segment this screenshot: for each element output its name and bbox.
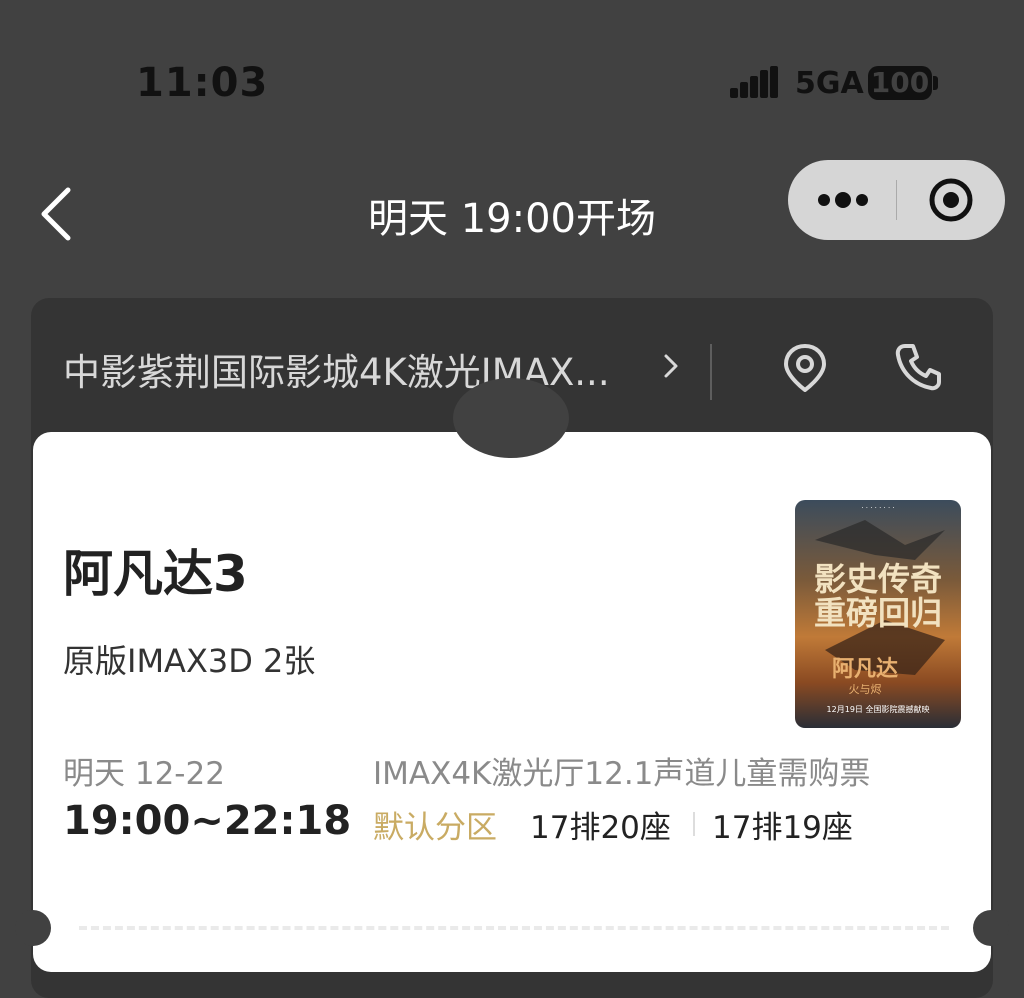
svg-text:· · · · · · · ·: · · · · · · · · [861, 504, 894, 512]
seat-1: 17排20座 [530, 810, 671, 846]
poster-subtitle: 火与烬 [849, 683, 882, 696]
poster-title: 阿凡达 [832, 656, 898, 682]
battery-nub [933, 76, 938, 90]
cinema-divider [710, 344, 712, 400]
network-label: 5GA [795, 66, 864, 101]
more-icon[interactable] [788, 160, 896, 240]
poster-headline-line2: 重磅回归 [814, 594, 942, 632]
miniprogram-capsule [788, 160, 1005, 240]
ticket-right-notch [973, 910, 1009, 946]
movie-title: 阿凡达3 [63, 545, 248, 603]
seat-2: 17排19座 [712, 810, 853, 846]
ticket-card: 阿凡达3 原版IMAX3D 2张 · · · · · · · · 影史传奇 重磅… [15, 378, 1009, 972]
hall-name: IMAX4K激光厅12.1声道儿童需购票 [373, 756, 871, 792]
poster-date-line: 12月19日 全国影院震撼献映 [827, 704, 930, 714]
ticket-left-notch [15, 910, 51, 946]
status-time: 11:03 [136, 60, 269, 106]
chevron-right-icon[interactable] [661, 350, 681, 382]
ticket-divider [79, 926, 949, 930]
phone-icon[interactable] [893, 342, 943, 392]
ticket-top-notch [453, 378, 569, 458]
movie-poster: · · · · · · · · 影史传奇 重磅回归 阿凡达 火与烬 12月19日… [795, 500, 961, 728]
signal-icon [730, 66, 778, 98]
show-time-range: 19:00~22:18 [63, 798, 352, 844]
show-date: 明天 12-22 [63, 756, 225, 792]
ticket-format: 原版IMAX3D 2张 [63, 642, 316, 680]
location-icon[interactable] [781, 342, 829, 394]
seat-separator [693, 812, 695, 836]
close-miniprogram-icon[interactable] [897, 160, 1005, 240]
seat-zone: 默认分区 [373, 810, 497, 846]
status-bar: 11:03 5GA 100 [0, 0, 1024, 150]
battery-icon: 100 [868, 66, 932, 100]
poster-headline-line1: 影史传奇 [814, 560, 942, 598]
